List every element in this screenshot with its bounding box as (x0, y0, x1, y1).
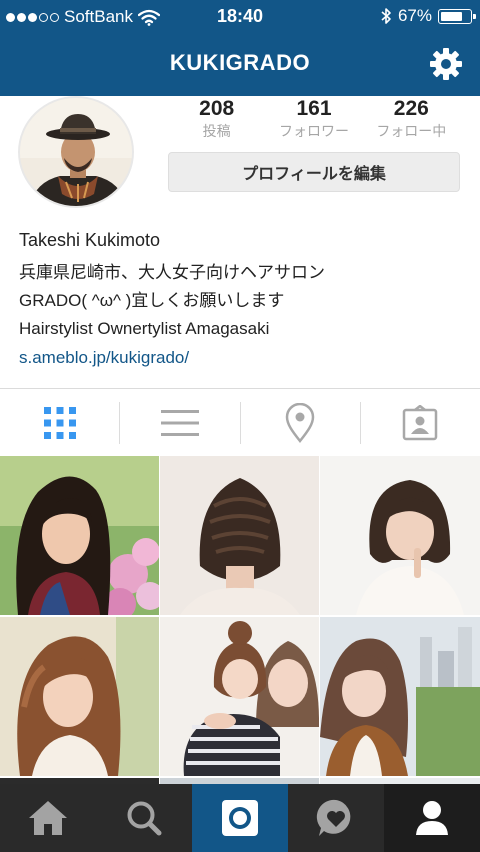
page-title: KUKIGRADO (169, 50, 311, 75)
stat-label: 投稿 (202, 123, 231, 139)
profile-icon (416, 801, 448, 835)
battery-percent: 67% (397, 6, 432, 25)
bottom-tab-bar (0, 784, 480, 852)
tab-camera[interactable] (192, 784, 288, 852)
photo-thumbnail[interactable] (320, 617, 480, 776)
home-icon (29, 801, 67, 835)
tagged-photos-icon (403, 404, 438, 440)
stat-label: フォロー中 (376, 123, 447, 139)
status-bar: SoftBank 18:40 67% (0, 0, 480, 34)
followers-count[interactable]: 161 フォロワー (265, 98, 362, 141)
bio-line: 兵庫県尼崎市、大人女子向けヘアサロン (19, 263, 325, 282)
stat-value: 208 (199, 97, 235, 120)
bio-line: GRADO( ^ω^ )宜しくお願いします (19, 291, 285, 310)
settings-gear-icon[interactable] (428, 46, 464, 82)
activity-heart-icon (316, 799, 351, 836)
photo-grid (0, 456, 480, 788)
tab-activity[interactable] (288, 784, 384, 852)
profile-avatar[interactable] (18, 96, 134, 208)
top-bar: SoftBank 18:40 67% KUKIGRADO (0, 0, 480, 96)
list-icon (160, 409, 199, 436)
photo-thumbnail[interactable] (320, 456, 480, 615)
grid-icon (43, 406, 76, 439)
stat-value: 161 (296, 97, 332, 120)
camera-icon (222, 800, 258, 836)
photo-thumbnail[interactable] (160, 617, 319, 776)
battery-icon (438, 8, 476, 24)
tab-tagged-photos[interactable] (361, 389, 480, 456)
profile-view-tabs (0, 388, 480, 456)
location-pin-icon (285, 402, 315, 443)
stat-label: フォロワー (278, 123, 349, 139)
tab-photo-map[interactable] (241, 389, 360, 456)
bluetooth-icon (381, 8, 391, 24)
tab-profile[interactable] (384, 784, 480, 852)
edit-profile-button[interactable]: プロフィールを編集 (168, 152, 460, 192)
photo-thumbnail[interactable] (0, 456, 159, 615)
profile-bio: Takeshi Kukimoto 兵庫県尼崎市、大人女子向けヘアサロン GRAD… (19, 228, 469, 372)
tab-grid-view[interactable] (0, 389, 119, 456)
tab-list-view[interactable] (120, 389, 239, 456)
profile-website-link[interactable]: s.ameblo.jp/kukigrado/ (19, 344, 469, 372)
tab-search[interactable] (96, 784, 192, 852)
search-icon (127, 801, 162, 836)
posts-count[interactable]: 208 投稿 (168, 98, 265, 141)
profile-name: Takeshi Kukimoto (19, 230, 161, 250)
profile-stats: 208 投稿 161 フォロワー 226 フォロー中 (168, 98, 460, 141)
photo-thumbnail[interactable] (0, 617, 159, 776)
following-count[interactable]: 226 フォロー中 (363, 98, 460, 141)
stat-value: 226 (393, 97, 429, 120)
tab-home[interactable] (0, 784, 96, 852)
bio-line: Hairstylist Ownertylist Amagasaki (19, 319, 270, 338)
photo-thumbnail[interactable] (160, 456, 319, 615)
